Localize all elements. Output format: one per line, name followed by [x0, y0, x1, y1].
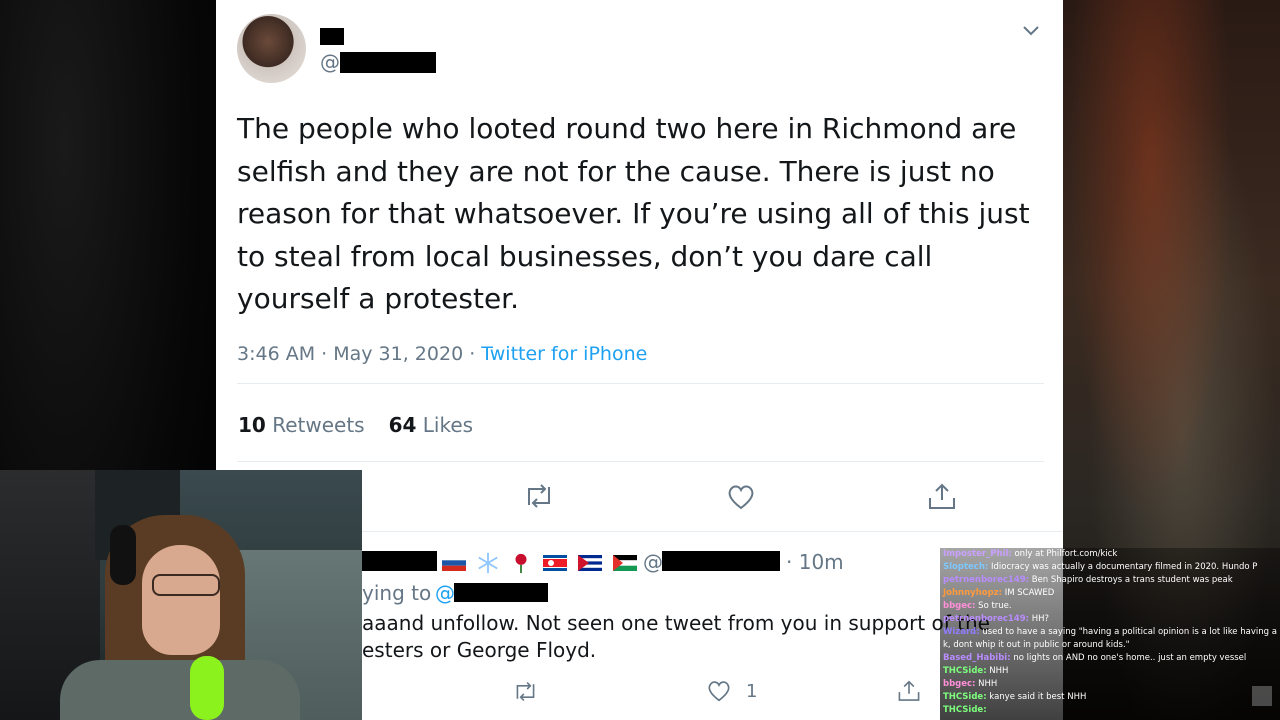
chat-username[interactable]: THCSide: [943, 666, 987, 676]
tweet-meta: 3:46 AM · May 31, 2020 · Twitter for iPh… [237, 343, 647, 365]
reply-share-icon[interactable] [897, 679, 921, 702]
webcam-microphone [190, 656, 224, 720]
chat-text: kanye said it best NHH [989, 692, 1087, 702]
replying-to-label: ying to [362, 581, 432, 605]
handle-prefix: @ [320, 50, 340, 74]
webcam-shirt [60, 660, 300, 720]
likes-count: 64 [388, 413, 417, 437]
chat-text: IM SCAWED [1004, 588, 1055, 598]
chat-message: bbgec: NHH [940, 678, 1280, 691]
divider [237, 383, 1044, 384]
webcam-person-face [142, 545, 220, 655]
chat-message: Johnnyhopz: IM SCAWED [940, 587, 1280, 600]
chat-message: petrnenborec149: HH? [940, 613, 1280, 626]
reply-text-line-2: esters or George Floyd. [362, 638, 597, 662]
chat-message: Wizard: used to have a saying "having a … [940, 626, 1280, 639]
tweet-date[interactable]: May 31, 2020 [333, 343, 463, 365]
chat-message: bbgec: So true. [940, 600, 1280, 613]
reply-name-redacted [362, 551, 437, 571]
chat-username[interactable]: THCSide: [943, 692, 987, 702]
chat-message-list: Imposter_Phil: only at Philfort.com/kick… [940, 548, 1280, 717]
handle-redacted [340, 52, 436, 73]
chat-username[interactable]: petrnenborec149: [943, 575, 1029, 585]
tweet-source-link[interactable]: Twitter for iPhone [481, 343, 647, 365]
retweets-count: 10 [238, 413, 266, 437]
chat-message: THCSide: kanye said it best NHH [940, 691, 1280, 704]
reply-like-count: 1 [746, 681, 758, 702]
chat-text: used to have a saying "having a politica… [982, 627, 1277, 637]
meta-separator: · [463, 343, 482, 365]
reply-time[interactable]: · 10m [786, 550, 844, 574]
avatar[interactable] [237, 14, 306, 83]
chat-text: So true. [978, 601, 1012, 611]
divider [362, 531, 1062, 532]
snowflake-icon [478, 552, 498, 574]
chat-scroll-icon[interactable] [1252, 686, 1272, 706]
chat-username[interactable]: Johnnyhopz: [943, 588, 1002, 598]
retweet-icon[interactable] [523, 483, 555, 509]
reply-retweet-icon[interactable] [512, 681, 539, 702]
reply-like-heart-icon[interactable] [707, 680, 731, 702]
chat-username[interactable]: Wizard: [943, 627, 980, 637]
chat-username[interactable]: Sloptech: [943, 562, 988, 572]
chevron-down-icon[interactable] [1022, 22, 1040, 40]
chat-username[interactable]: bbgec: [943, 679, 975, 689]
chat-text: HH? [1031, 614, 1050, 624]
chat-message: Based_Habibi: no lights on AND no one's … [940, 652, 1280, 665]
webcam-feed [0, 470, 362, 720]
chat-message: THCSide: NHH [940, 665, 1280, 678]
chat-message: Sloptech: Idiocracy was actually a docum… [940, 561, 1280, 574]
chat-text: Idiocracy was actually a documentary fil… [990, 562, 1258, 572]
webcam-glasses [152, 574, 220, 596]
chat-message: petrnenborec149: Ben Shapiro destroys a … [940, 574, 1280, 587]
chat-text: k, dont whip it out in public or around … [943, 640, 1130, 650]
flag-cuba-icon [578, 555, 603, 571]
replying-to-handle-redacted [454, 583, 548, 602]
retweets-stat[interactable]: 10 Retweets [238, 413, 365, 437]
share-icon[interactable] [927, 482, 957, 510]
likes-label: Likes [422, 413, 474, 437]
reply-name-flags [442, 552, 643, 574]
chat-text: Ben Shapiro destroys a trans student was… [1031, 575, 1233, 585]
chat-username[interactable]: Imposter_Phil: [943, 549, 1012, 559]
like-heart-icon[interactable] [727, 484, 755, 510]
chat-text: only at Philfort.com/kick [1014, 549, 1118, 559]
rose-icon [515, 553, 527, 574]
tweet-stats: 10 Retweets 64 Likes [238, 413, 473, 437]
divider [237, 461, 1044, 462]
chat-message: THCSide: [940, 704, 1280, 717]
display-name-redacted [320, 28, 344, 45]
tweet-text: The people who looted round two here in … [237, 112, 1030, 315]
tweet-time: 3:46 AM [237, 343, 316, 365]
chat-text: no lights on AND no one's home.. just an… [1013, 653, 1247, 663]
chat-username[interactable]: petrnenborec149: [943, 614, 1029, 624]
chat-username[interactable]: Based_Habibi: [943, 653, 1011, 663]
flag-palestine-icon [613, 555, 638, 571]
retweets-label: Retweets [272, 413, 365, 437]
stream-chat: Imposter_Phil: only at Philfort.com/kick… [940, 548, 1280, 720]
replying-to-at[interactable]: @ [435, 581, 455, 605]
flag-north-korea-icon [543, 555, 568, 571]
reply-handle-prefix: @ [643, 550, 663, 574]
webcam-headphones [110, 525, 136, 585]
chat-username[interactable]: bbgec: [943, 601, 975, 611]
chat-text: NHH [989, 666, 1009, 676]
chat-username[interactable]: THCSide: [943, 705, 987, 715]
meta-separator: · [315, 343, 334, 365]
flag-russia-icon [442, 555, 466, 571]
chat-message: k, dont whip it out in public or around … [940, 639, 1280, 652]
chat-text: NHH [978, 679, 998, 689]
chat-message: Imposter_Phil: only at Philfort.com/kick [940, 548, 1280, 561]
reply-text-line-1: aaand unfollow. Not seen one tweet from … [362, 611, 990, 635]
likes-stat[interactable]: 64 Likes [389, 413, 474, 437]
reply-handle-redacted [662, 551, 780, 571]
